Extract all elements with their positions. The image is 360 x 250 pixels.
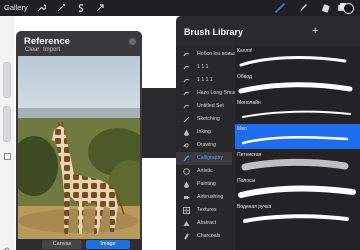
brush-set-item[interactable]: 1 1 1 — [176, 61, 232, 74]
stroke-icon — [183, 90, 190, 97]
palette-icon — [183, 168, 190, 175]
brush-set-item[interactable]: Untitled Set — [176, 100, 232, 113]
top-toolbar: Gallery — [0, 0, 360, 16]
undo-icon[interactable]: ↶ — [3, 246, 10, 250]
brush-stroke-preview — [235, 209, 360, 227]
brush-icon[interactable] — [274, 2, 286, 14]
brush-stroke-preview — [235, 53, 360, 71]
texture-icon — [183, 207, 190, 214]
brush-set-label: Textures — [197, 207, 217, 213]
brush-size-slider[interactable] — [3, 62, 11, 98]
brush-stroke-preview — [235, 183, 360, 201]
tab-image[interactable]: Image — [86, 240, 130, 249]
brush-set-label: Sketching — [197, 116, 220, 122]
add-brush-set-button[interactable]: + — [312, 25, 318, 37]
airbrush-icon — [183, 194, 190, 201]
brush-set-label: Calligraphy — [197, 155, 223, 161]
brush-set-item[interactable]: Drawing — [176, 139, 232, 152]
brush-set-label: Inking — [197, 129, 211, 135]
gallery-button[interactable]: Gallery — [4, 3, 28, 12]
brush-item[interactable]: Обвод — [235, 72, 360, 97]
close-icon[interactable] — [129, 38, 136, 45]
smudge-icon[interactable] — [297, 2, 309, 14]
brush-set-item[interactable]: Painting — [176, 178, 232, 191]
brush-set-item[interactable]: Charcoals — [176, 230, 232, 243]
brush-set-label: Artistic — [197, 168, 213, 174]
brush-set-item[interactable]: Нобсо lou воиьаеmм — [176, 48, 247, 61]
tab-image-label: Image — [100, 241, 116, 247]
reference-image-giraffe — [18, 56, 140, 239]
brush-set-item[interactable]: 1 1 1 1 — [176, 74, 232, 87]
brush-set-label: 1 1 1 1 — [197, 77, 213, 83]
left-sidebar: ↶ — [0, 16, 14, 250]
charcoal-icon — [183, 233, 190, 240]
brush-stroke-preview — [235, 131, 360, 149]
swirl-icon — [183, 142, 190, 149]
brush-list: Капля! Обвод Монолайн Мел Пятнистая Поло… — [235, 46, 360, 250]
opacity-slider[interactable] — [3, 106, 11, 142]
brush-set-item[interactable]: Abstract — [176, 217, 232, 230]
brush-set-label: Untitled Set — [197, 103, 224, 109]
brush-stroke-preview — [235, 79, 360, 97]
brush-set-label: Charcoals — [197, 233, 221, 239]
brush-set-label: Airbrushing — [197, 194, 224, 200]
brush-item[interactable]: Полосы — [235, 176, 360, 201]
brush-set-list: Нобсо lou воиьаеmм 1 1 1 1 1 1 1 Hazo Lo… — [176, 46, 247, 250]
reference-window: Reference Clear Import Canvas Image — [16, 31, 142, 250]
brush-set-label: Painting — [197, 181, 216, 187]
eraser-icon[interactable] — [320, 2, 332, 14]
brush-item[interactable]: Водяная ручка — [235, 202, 360, 227]
brush-set-label: Drawing — [197, 142, 217, 148]
transform-arrow-icon[interactable] — [95, 3, 105, 13]
reference-title: Reference — [24, 36, 70, 47]
brush-set-item[interactable]: Airbrushing — [176, 191, 232, 204]
stroke-icon — [183, 51, 190, 58]
brush-stroke-preview — [235, 105, 360, 123]
brush-library-panel: Brush Library + Нобсо lou воиьаеmм 1 1 1… — [176, 16, 360, 250]
selection-s-icon[interactable] — [76, 3, 86, 13]
brush-set-item[interactable]: Artistic — [176, 165, 232, 178]
brush-library-title: Brush Library — [184, 27, 244, 37]
brush-set-item[interactable]: Hazo Long Smudge — [176, 87, 243, 100]
reference-tabs: Canvas Image — [16, 239, 142, 250]
brush-set-item[interactable]: Inking — [176, 126, 232, 139]
brush-set-item-calligraphy[interactable]: Calligraphy — [176, 152, 232, 165]
triangle-icon — [183, 220, 190, 227]
brush-item[interactable]: Капля! — [235, 46, 360, 71]
wrench-icon[interactable] — [36, 3, 46, 13]
brush-set-item[interactable]: Sketching — [176, 113, 232, 126]
magic-wand-icon[interactable] — [56, 3, 66, 13]
import-button[interactable]: Import — [43, 47, 60, 53]
brush-set-label: 1 1 1 — [197, 64, 209, 70]
clear-button[interactable]: Clear — [25, 47, 39, 53]
color-picker-button[interactable] — [343, 3, 354, 14]
stroke-icon — [183, 77, 190, 84]
paint-drop-icon — [183, 181, 190, 188]
stroke-icon — [183, 64, 190, 71]
brush-set-item[interactable]: Textures — [176, 204, 232, 217]
brush-stroke-preview — [235, 157, 360, 175]
brush-set-label: Abstract — [197, 220, 217, 226]
pencil-icon — [183, 116, 190, 123]
brush-item[interactable]: Пятнистая — [235, 150, 360, 175]
modify-button[interactable] — [4, 153, 11, 160]
ink-drop-icon — [183, 129, 190, 136]
brush-item[interactable]: Монолайн — [235, 98, 360, 123]
tab-canvas[interactable]: Canvas — [42, 240, 82, 249]
calligraphy-icon — [183, 155, 190, 162]
tab-canvas-label: Canvas — [52, 241, 72, 247]
brush-item-selected[interactable]: Мел — [235, 124, 360, 149]
stroke-icon — [183, 103, 190, 110]
